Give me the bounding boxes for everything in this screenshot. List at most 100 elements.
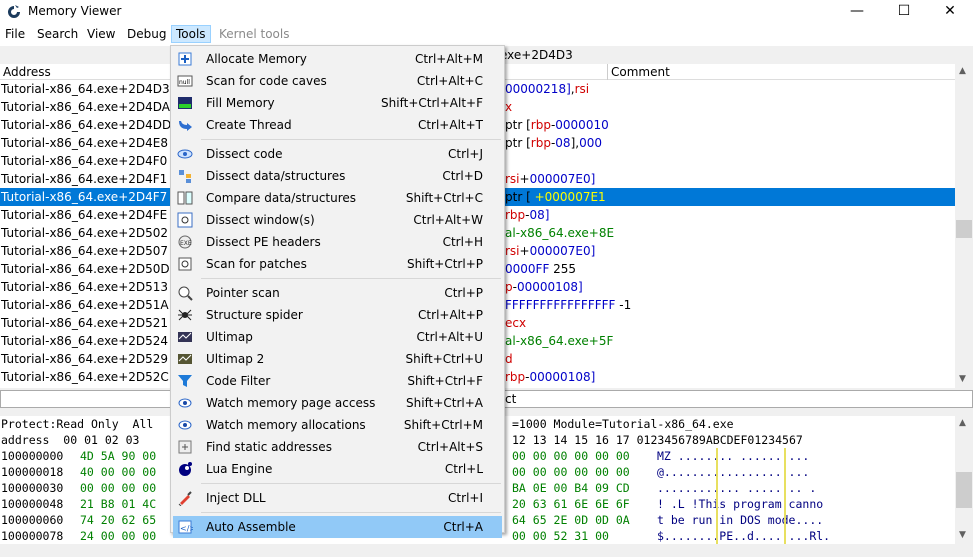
window-title: Memory Viewer: [28, 4, 122, 18]
menu-item-shortcut: Ctrl+P: [444, 286, 483, 300]
lua-icon: [179, 462, 192, 476]
menu-separator: [201, 483, 501, 484]
menu-item-dissect-pe-headers[interactable]: EXE Dissect PE headers Ctrl+H: [173, 231, 502, 253]
menu-item-label: Dissect code: [206, 147, 283, 161]
hex-ascii: @.....................: [657, 465, 810, 479]
disasm-operands: x: [505, 100, 512, 114]
pointer-scan-icon: [178, 286, 193, 301]
hex-bytes-left: 74 20 62 65: [80, 513, 157, 527]
operand-token: 255: [549, 262, 577, 276]
operand-token: +000007E1: [534, 190, 606, 204]
svg-text:</>: </>: [180, 524, 193, 533]
menu-tools[interactable]: Tools: [171, 25, 211, 43]
operand-token: rbp: [505, 208, 526, 222]
menu-item-label: Allocate Memory: [206, 52, 307, 66]
disasm-address: Tutorial-x86_64.exe+2D513: [1, 280, 169, 294]
scroll-thumb[interactable]: [956, 220, 972, 238]
hex-header-right: 12 13 14 15 16 17 0123456789ABCDEF012345…: [512, 433, 803, 447]
address-column-header[interactable]: Address: [3, 65, 51, 79]
menu-item-dissect-window-s[interactable]: Dissect window(s) Ctrl+Alt+W: [173, 209, 502, 231]
hex-column-marker: [716, 448, 718, 544]
maximize-button[interactable]: ☐: [881, 0, 927, 24]
menu-item-label: Scan for code caves: [206, 74, 327, 88]
menu-item-find-static-addresses[interactable]: Find static addresses Ctrl+Alt+S: [173, 436, 502, 458]
hex-row[interactable]: 100000030 00 00 00 00 BA 0E 00 B4 09 CD...…: [1, 481, 816, 497]
hex-row[interactable]: 100000000 4D 5A 90 00 00 00 00 00 00 00 MZ …: [1, 449, 809, 465]
menu-item-allocate-memory[interactable]: Allocate Memory Ctrl+Alt+M: [173, 48, 502, 70]
minimize-button[interactable]: —: [834, 0, 880, 24]
hex-bytes-left: 21 B8 01 4C: [80, 497, 157, 511]
menu-item-create-thread[interactable]: Create Thread Ctrl+Alt+T: [173, 114, 502, 136]
disasm-address: Tutorial-x86_64.exe+2D51A: [1, 298, 169, 312]
disasm-address: Tutorial-x86_64.exe+2D4D3: [1, 82, 170, 96]
patch-scan-icon: [178, 257, 192, 271]
menu-debug[interactable]: Debug: [127, 27, 166, 41]
menu-item-shortcut: Shift+Ctrl+P: [407, 257, 483, 271]
hex-bytes-right: BA 0E 00 B4 09 CD: [512, 481, 630, 495]
menu-item-compare-data-structures[interactable]: Compare data/structures Shift+Ctrl+C: [173, 187, 502, 209]
disasm-operands: d: [505, 352, 513, 366]
menu-item-auto-assemble[interactable]: </> Auto Assemble Ctrl+A: [173, 516, 502, 538]
operand-token: rbp: [505, 370, 526, 384]
operand-token: x: [505, 100, 513, 114]
menu-item-code-filter[interactable]: Code Filter Shift+Ctrl+F: [173, 370, 502, 392]
menu-item-structure-spider[interactable]: Structure spider Ctrl+Alt+P: [173, 304, 502, 326]
menu-item-shortcut: Ctrl+Alt+M: [414, 52, 483, 66]
operand-token: 000: [579, 136, 602, 150]
menu-item-dissect-data-structures[interactable]: Dissect data/structures Ctrl+D: [173, 165, 502, 187]
hex-column-marker: [784, 448, 786, 544]
menu-item-fill-memory[interactable]: Fill Memory Shift+Ctrl+Alt+F: [173, 92, 502, 114]
menu-item-ultimap-2[interactable]: Ultimap 2 Shift+Ctrl+U: [173, 348, 502, 370]
menu-kernel-tools[interactable]: Kernel tools: [219, 27, 290, 41]
menu-item-scan-for-code-caves[interactable]: null Scan for code caves Ctrl+Alt+C: [173, 70, 502, 92]
menu-item-label: Scan for patches: [206, 257, 307, 271]
menu-file[interactable]: File: [5, 27, 25, 41]
menu-item-shortcut: Ctrl+L: [444, 462, 483, 476]
menu-item-shortcut: Shift+Ctrl+A: [406, 396, 483, 410]
menu-search[interactable]: Search: [37, 27, 78, 41]
window-search-icon: [177, 212, 193, 228]
menu-item-inject-dll[interactable]: Inject DLL Ctrl+I: [173, 487, 502, 509]
structure-icon: [179, 170, 191, 183]
menu-item-lua-engine[interactable]: Lua Engine Ctrl+L: [173, 458, 502, 480]
comment-column-header[interactable]: Comment: [611, 65, 670, 79]
menu-item-pointer-scan[interactable]: Pointer scan Ctrl+P: [173, 282, 502, 304]
operand-token: 0000010: [555, 118, 609, 132]
title-bar: Memory Viewer — ☐ ✕: [0, 0, 973, 24]
disasm-address: Tutorial-x86_64.exe+2D524: [1, 334, 169, 348]
menu-item-watch-memory-page-access[interactable]: Watch memory page access Shift+Ctrl+A: [173, 392, 502, 414]
hex-scrollbar[interactable]: ▲ ▼: [955, 416, 973, 544]
hex-row[interactable]: 100000060 74 20 62 65 64 65 2E 0D 0D 0A t b…: [1, 513, 823, 529]
disasm-operands: ecx: [505, 316, 526, 330]
hex-row[interactable]: 100000018 40 00 00 00 00 00 00 00 00 00 @..…: [1, 465, 809, 481]
operand-token: 00000108]: [516, 280, 583, 294]
scroll-down-icon[interactable]: ▼: [959, 374, 966, 384]
hex-bytes-left: 00 00 00 00: [80, 481, 157, 495]
fill-icon: [178, 97, 192, 109]
disasm-operands: ptr [rbp-08],000: [505, 136, 602, 150]
scroll-up-icon[interactable]: ▲: [959, 418, 966, 428]
operand-token: 000007E0]: [529, 244, 596, 258]
menu-item-shortcut: Ctrl+J: [448, 147, 483, 161]
hex-bytes-right: 64 65 2E 0D 0D 0A: [512, 513, 630, 527]
menu-view[interactable]: View: [87, 27, 115, 41]
disasm-address: Tutorial-x86_64.exe+2D521: [1, 316, 169, 330]
menu-item-scan-for-patches[interactable]: Scan for patches Shift+Ctrl+P: [173, 253, 502, 275]
menu-item-shortcut: Shift+Ctrl+F: [407, 374, 483, 388]
scroll-up-icon[interactable]: ▲: [959, 66, 966, 76]
hex-row[interactable]: 100000078 24 00 00 00 00 00 52 31 00 $.....…: [1, 529, 830, 544]
scroll-down-icon[interactable]: ▼: [959, 530, 966, 540]
ultimap2-icon: [178, 354, 192, 364]
menu-item-ultimap[interactable]: Ultimap Ctrl+Alt+U: [173, 326, 502, 348]
disasm-scrollbar[interactable]: ▲ ▼: [955, 64, 973, 388]
operand-token: ptr [: [505, 136, 531, 150]
hex-row[interactable]: 100000048 21 B8 01 4C 20 63 61 6E 6E 6F ! .…: [1, 497, 823, 513]
menu-item-label: Structure spider: [206, 308, 303, 322]
menu-item-dissect-code[interactable]: Dissect code Ctrl+J: [173, 143, 502, 165]
operand-token: 000007E0]: [529, 172, 596, 186]
menu-item-watch-memory-allocations[interactable]: Watch memory allocations Shift+Ctrl+M: [173, 414, 502, 436]
scroll-thumb[interactable]: [956, 472, 972, 508]
module-info: =1000 Module=Tutorial-x86_64.exe: [512, 417, 734, 431]
close-button[interactable]: ✕: [927, 0, 973, 24]
menu-item-shortcut: Ctrl+Alt+W: [413, 213, 483, 227]
